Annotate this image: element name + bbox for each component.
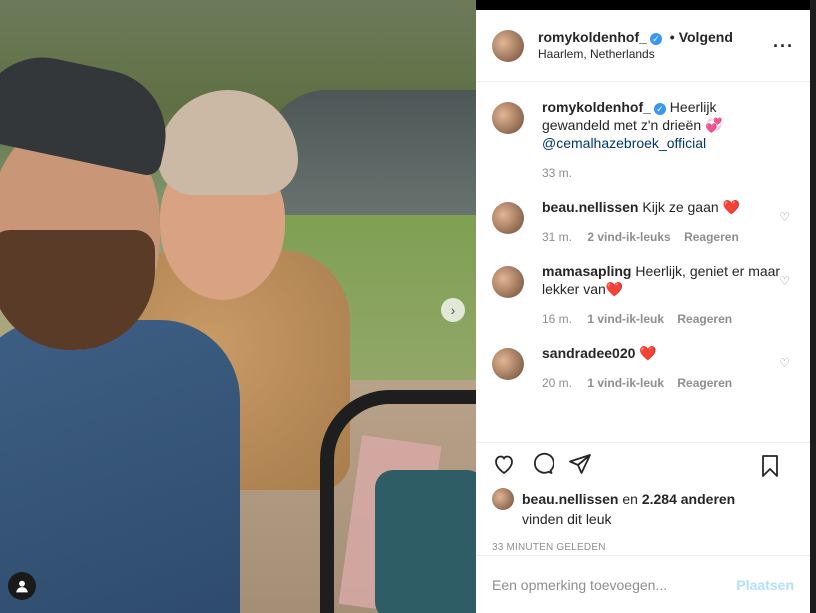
avatar[interactable] — [492, 348, 524, 380]
follow-separator: • — [669, 28, 675, 45]
tagged-users-button[interactable] — [8, 572, 36, 600]
caption-time[interactable]: 33 m. — [542, 166, 572, 180]
others-likes-link[interactable]: 2.284 anderen — [642, 491, 735, 507]
list-item: sandradee020 ❤️ 20 m. 1 vind-ik-leuk Rea… — [492, 344, 794, 392]
comments-list[interactable]: romykoldenhof_ ✓ Heerlijk gewandeld met z… — [476, 82, 810, 442]
list-item: beau.nellissen Kijk ze gaan ❤️ 31 m. 2 v… — [492, 198, 794, 246]
heart-icon[interactable]: ♡ — [779, 274, 790, 288]
verified-badge-icon: ✓ — [653, 103, 666, 115]
comment-likes[interactable]: 1 vind-ik-leuk — [587, 312, 664, 326]
post-location[interactable]: Haarlem, Netherlands — [538, 46, 733, 63]
save-button[interactable] — [758, 454, 782, 482]
avatar[interactable] — [492, 29, 524, 62]
comment-input[interactable] — [492, 576, 737, 593]
post-comment-button[interactable]: Plaatsen — [736, 577, 794, 593]
bookmark-icon — [762, 455, 778, 477]
next-photo-button[interactable]: › — [441, 298, 465, 322]
comment-likes[interactable]: 1 vind-ik-leuk — [587, 376, 664, 390]
like-button[interactable] — [492, 452, 516, 480]
add-comment-bar: Plaatsen — [476, 555, 810, 613]
comment-button[interactable] — [530, 452, 555, 480]
photo-man-jacket — [0, 320, 240, 613]
list-item: mamasapling Heerlijk, geniet er maar lek… — [492, 262, 794, 328]
likes-summary: beau.nellissen en 2.284 anderen vinden d… — [476, 488, 810, 528]
heart-icon[interactable]: ♡ — [779, 356, 790, 370]
likes-suffix: vinden dit leuk — [522, 511, 612, 527]
caption-row: romykoldenhof_ ✓ Heerlijk gewandeld met z… — [492, 98, 794, 182]
share-button[interactable] — [568, 452, 592, 480]
heart-icon — [495, 455, 513, 474]
caption-mention[interactable]: @cemalhazebroek_official — [542, 135, 706, 151]
chevron-right-icon: › — [450, 302, 456, 318]
post-side-panel: romykoldenhof_ ✓ • Volgend Haarlem, Nether… — [476, 10, 810, 613]
avatar[interactable] — [492, 202, 524, 234]
comment-username[interactable]: mamasapling — [542, 263, 631, 279]
likes-connector: en — [622, 491, 638, 507]
comment-icon — [533, 452, 555, 474]
comment-time[interactable]: 20 m. — [542, 376, 572, 390]
comment-likes[interactable]: 2 vind-ik-leuks — [587, 230, 670, 244]
comment-username[interactable]: beau.nellissen — [542, 199, 638, 215]
reply-button[interactable]: Reageren — [677, 312, 732, 326]
post-author-username[interactable]: romykoldenhof_ — [538, 29, 647, 45]
avatar[interactable] — [492, 102, 524, 134]
user-icon — [16, 580, 28, 593]
comment-text: ❤️ — [639, 345, 657, 361]
following-button[interactable]: Volgend — [679, 29, 733, 45]
post-photo[interactable]: › — [0, 0, 476, 613]
photo-woman-hat — [158, 90, 298, 195]
avatar[interactable] — [492, 488, 514, 510]
avatar[interactable] — [492, 266, 524, 298]
comment-time[interactable]: 16 m. — [542, 312, 572, 326]
comment-time[interactable]: 31 m. — [542, 230, 572, 244]
window-edge — [810, 0, 816, 613]
reply-button[interactable]: Reageren — [677, 376, 732, 390]
more-icon[interactable]: ··· — [773, 36, 794, 57]
post-actions — [476, 442, 810, 488]
reply-button[interactable]: Reageren — [684, 230, 739, 244]
post-header: romykoldenhof_ ✓ • Volgend Haarlem, Nether… — [476, 10, 810, 82]
comment-username[interactable]: sandradee020 — [542, 345, 635, 361]
photo-stroller — [320, 390, 476, 613]
verified-badge-icon: ✓ — [649, 32, 662, 45]
heart-icon[interactable]: ♡ — [779, 210, 790, 224]
comment-text: Kijk ze gaan ❤️ — [642, 199, 740, 215]
share-icon — [569, 453, 591, 474]
liker-username[interactable]: beau.nellissen — [522, 491, 618, 507]
caption-username[interactable]: romykoldenhof_ — [542, 99, 651, 115]
